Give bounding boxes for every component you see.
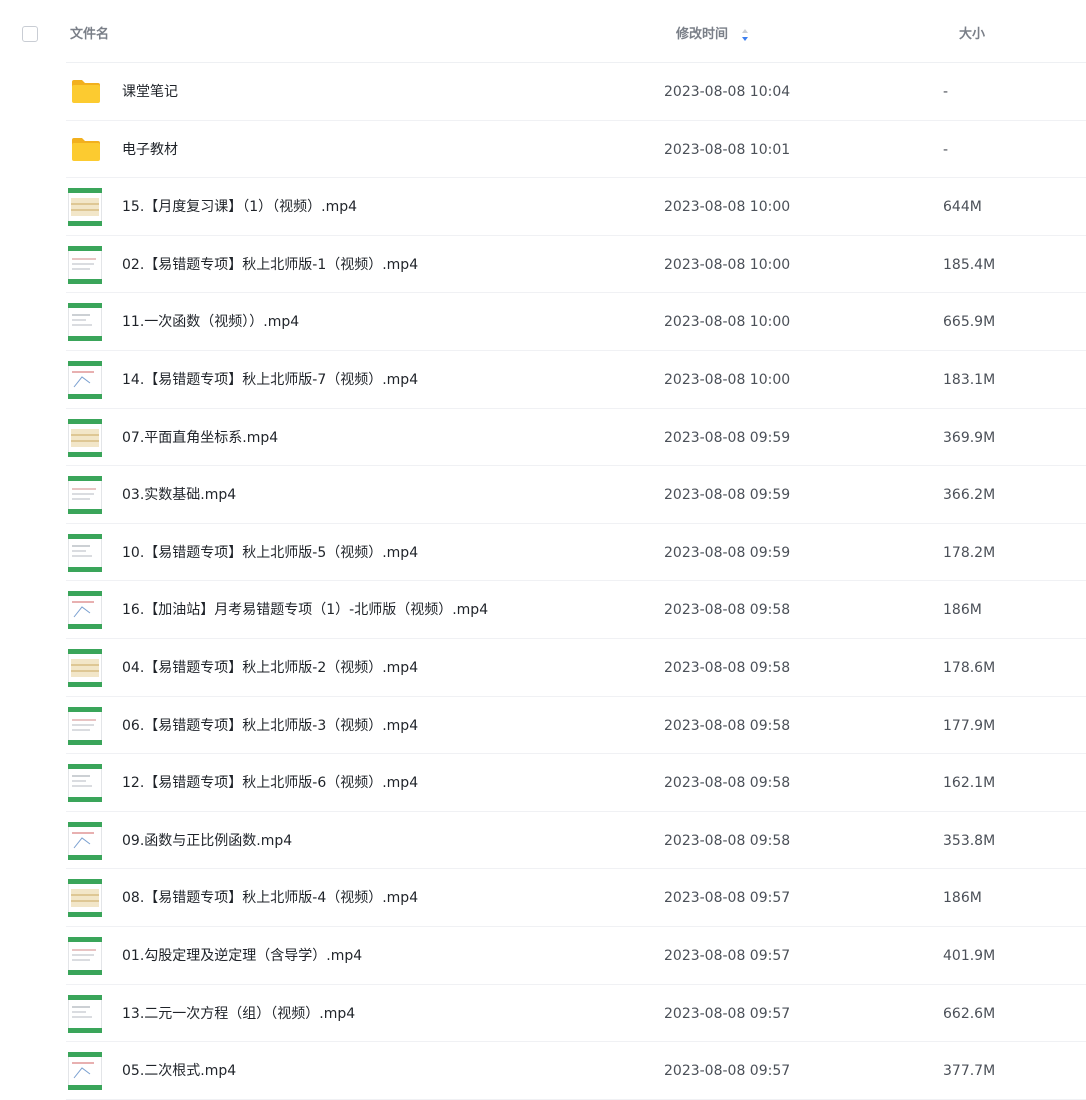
file-modified-time: 2023-08-08 10:00 [664, 371, 791, 388]
file-row[interactable]: 10.【易错题专项】秋上北师版-5（视频）.mp4 2023-08-08 09:5… [0, 524, 1086, 582]
file-modified-time: 2023-08-08 10:04 [664, 84, 791, 100]
file-row[interactable]: 11.一次函数（视频））.mp4 2023-08-08 10:00 665.9M [0, 293, 1086, 351]
file-name[interactable]: 07.平面直角坐标系.mp4 [122, 428, 278, 448]
video-thumbnail-icon [68, 821, 102, 860]
file-name[interactable]: 12.【易错题专项】秋上北师版-6（视频）.mp4 [122, 773, 418, 793]
file-modified-time: 2023-08-08 09:59 [664, 429, 791, 446]
video-thumbnail-icon [68, 303, 102, 342]
video-thumbnail-icon [68, 1052, 102, 1091]
file-row[interactable]: 06.【易错题专项】秋上北师版-3（视频）.mp4 2023-08-08 09:5… [0, 697, 1086, 755]
video-thumbnail-icon [68, 879, 102, 918]
file-name[interactable]: 电子教材 [122, 140, 178, 160]
file-name[interactable]: 14.【易错题专项】秋上北师版-7（视频）.mp4 [122, 370, 418, 390]
file-row[interactable]: 13.二元一次方程（组）（视频）.mp4 2023-08-08 09:57 662.… [0, 985, 1086, 1043]
file-row[interactable]: 课堂笔记 2023-08-08 10:04 - [0, 63, 1086, 121]
folder-icon [71, 137, 101, 162]
file-row[interactable]: 04.【易错题专项】秋上北师版-2（视频）.mp4 2023-08-08 09:5… [0, 639, 1086, 697]
file-row[interactable]: 14.【易错题专项】秋上北师版-7（视频）.mp4 2023-08-08 10:0… [0, 351, 1086, 409]
sort-descending-icon[interactable] [740, 27, 750, 43]
folder-icon [71, 79, 101, 104]
file-size: 401.9M [943, 947, 996, 964]
video-thumbnail-icon [68, 245, 102, 284]
file-size: - [943, 84, 949, 100]
file-modified-time: 2023-08-08 09:57 [664, 1063, 791, 1080]
column-header-size[interactable]: 大小 [959, 26, 985, 44]
file-row[interactable]: 08.【易错题专项】秋上北师版-4（视频）.mp4 2023-08-08 09:5… [0, 869, 1086, 927]
file-modified-time: 2023-08-08 09:58 [664, 602, 791, 619]
file-name[interactable]: 06.【易错题专项】秋上北师版-3（视频）.mp4 [122, 716, 418, 736]
file-size: 377.7M [943, 1063, 996, 1080]
column-header-modified-time[interactable]: 修改时间 [676, 26, 728, 44]
video-thumbnail-icon [68, 706, 102, 745]
file-modified-time: 2023-08-08 09:58 [664, 775, 791, 792]
file-name[interactable]: 11.一次函数（视频））.mp4 [122, 312, 299, 332]
file-size: - [943, 141, 949, 158]
file-size: 178.2M [943, 544, 996, 561]
file-size: 183.1M [943, 371, 996, 388]
file-size: 366.2M [943, 487, 996, 504]
column-header-name[interactable]: 文件名 [70, 26, 109, 44]
file-name[interactable]: 04.【易错题专项】秋上北师版-2（视频）.mp4 [122, 658, 418, 678]
file-row[interactable]: 05.二次根式.mp4 2023-08-08 09:57 377.7M [0, 1042, 1086, 1100]
file-size: 665.9M [943, 314, 996, 331]
file-modified-time: 2023-08-08 09:58 [664, 717, 791, 734]
file-size: 186M [943, 890, 982, 907]
video-thumbnail-icon [68, 591, 102, 630]
file-size: 662.6M [943, 1005, 996, 1022]
video-thumbnail-icon [68, 533, 102, 572]
file-size: 644M [943, 199, 982, 216]
file-name[interactable]: 08.【易错题专项】秋上北师版-4（视频）.mp4 [122, 888, 418, 908]
file-row[interactable]: 02.【易错题专项】秋上北师版-1（视频）.mp4 2023-08-08 10:0… [0, 236, 1086, 294]
file-modified-time: 2023-08-08 09:58 [664, 832, 791, 849]
file-name[interactable]: 13.二元一次方程（组）（视频）.mp4 [122, 1004, 355, 1024]
video-thumbnail-icon [68, 476, 102, 515]
file-size: 162.1M [943, 775, 996, 792]
file-name[interactable]: 02.【易错题专项】秋上北师版-1（视频）.mp4 [122, 255, 418, 275]
file-modified-time: 2023-08-08 10:00 [664, 314, 791, 331]
file-size: 353.8M [943, 832, 996, 849]
file-name[interactable]: 01.勾股定理及逆定理（含导学）.mp4 [122, 946, 362, 966]
video-thumbnail-icon [68, 360, 102, 399]
file-row[interactable]: 电子教材 2023-08-08 10:01 - [0, 121, 1086, 179]
file-row[interactable]: 01.勾股定理及逆定理（含导学）.mp4 2023-08-08 09:57 401.… [0, 927, 1086, 985]
file-name[interactable]: 03.实数基础.mp4 [122, 485, 236, 505]
file-name[interactable]: 课堂笔记 [122, 82, 178, 102]
video-thumbnail-icon [68, 994, 102, 1033]
file-modified-time: 2023-08-08 10:00 [664, 199, 791, 216]
video-thumbnail-icon [68, 188, 102, 227]
file-row[interactable]: 15.【月度复习课】（1）（视频）.mp4 2023-08-08 10:00 644… [0, 178, 1086, 236]
file-row[interactable]: 09.函数与正比例函数.mp4 2023-08-08 09:58 353.8M [0, 812, 1086, 870]
file-name[interactable]: 05.二次根式.mp4 [122, 1061, 236, 1081]
file-row[interactable]: 12.【易错题专项】秋上北师版-6（视频）.mp4 2023-08-08 09:5… [0, 754, 1086, 812]
file-modified-time: 2023-08-08 09:57 [664, 890, 791, 907]
file-size: 178.6M [943, 659, 996, 676]
file-size: 186M [943, 602, 982, 619]
file-name[interactable]: 16.【加油站】月考易错题专项（1）-北师版（视频）.mp4 [122, 600, 488, 620]
select-all-checkbox[interactable] [22, 26, 38, 42]
file-size: 369.9M [943, 429, 996, 446]
video-thumbnail-icon [68, 648, 102, 687]
file-row[interactable]: 03.实数基础.mp4 2023-08-08 09:59 366.2M [0, 466, 1086, 524]
file-modified-time: 2023-08-08 09:59 [664, 487, 791, 504]
file-list-header: 文件名 修改时间 大小 [0, 0, 1086, 63]
file-row[interactable]: 07.平面直角坐标系.mp4 2023-08-08 09:59 369.9M [0, 409, 1086, 467]
file-list: 课堂笔记 2023-08-08 10:04 - 电子教材 2023-08-08 10:0… [0, 63, 1086, 1100]
file-name[interactable]: 10.【易错题专项】秋上北师版-5（视频）.mp4 [122, 543, 418, 563]
file-name[interactable]: 09.函数与正比例函数.mp4 [122, 831, 292, 851]
file-modified-time: 2023-08-08 10:01 [664, 141, 791, 158]
video-thumbnail-icon [68, 936, 102, 975]
video-thumbnail-icon [68, 418, 102, 457]
file-modified-time: 2023-08-08 10:00 [664, 256, 791, 273]
video-thumbnail-icon [68, 764, 102, 803]
file-size: 185.4M [943, 256, 996, 273]
file-name[interactable]: 15.【月度复习课】（1）（视频）.mp4 [122, 197, 357, 217]
file-row[interactable]: 16.【加油站】月考易错题专项（1）-北师版（视频）.mp4 2023-08-08… [0, 581, 1086, 639]
file-modified-time: 2023-08-08 09:57 [664, 947, 791, 964]
file-modified-time: 2023-08-08 09:58 [664, 659, 791, 676]
file-modified-time: 2023-08-08 09:59 [664, 544, 791, 561]
file-modified-time: 2023-08-08 09:57 [664, 1005, 791, 1022]
file-size: 177.9M [943, 717, 996, 734]
